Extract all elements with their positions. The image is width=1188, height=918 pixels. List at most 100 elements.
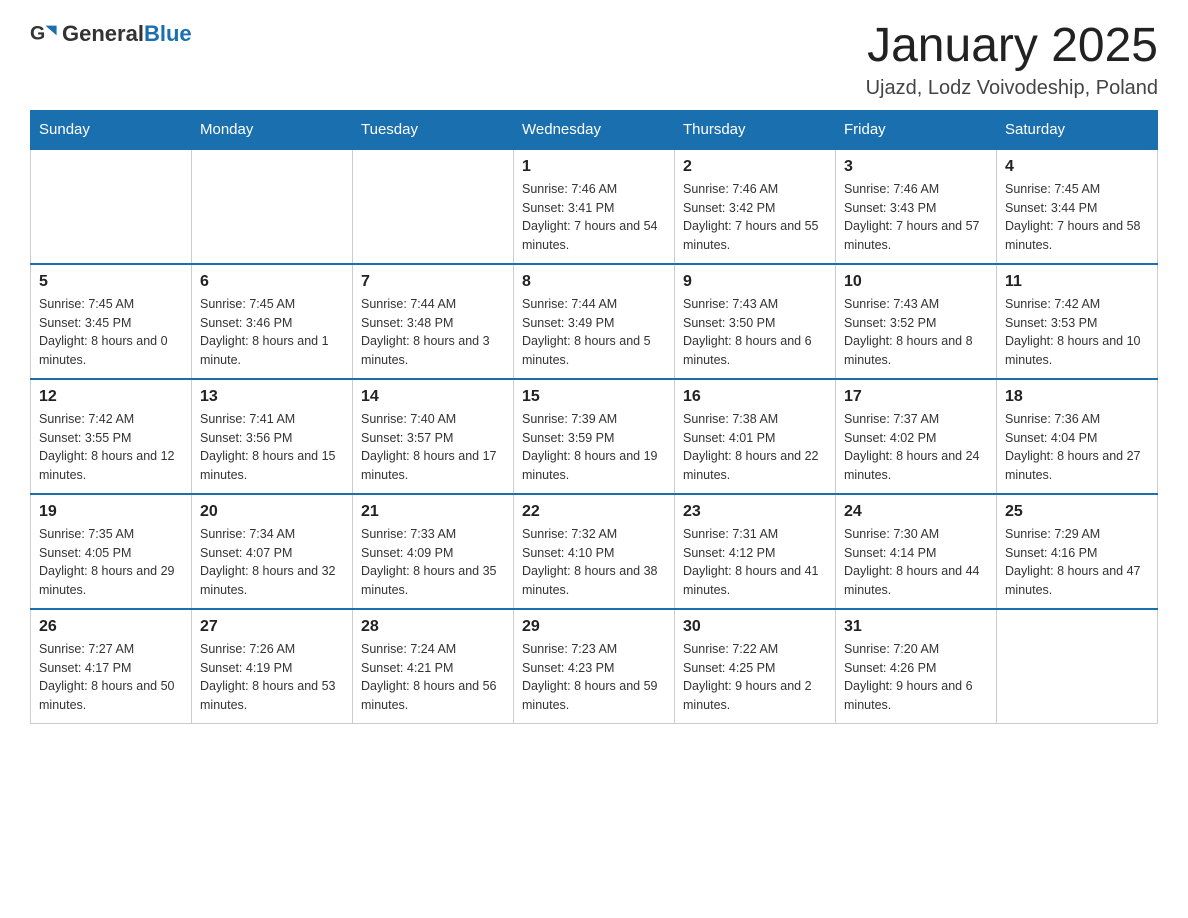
day-number: 2 — [683, 158, 827, 176]
day-info: Sunrise: 7:38 AM Sunset: 4:01 PM Dayligh… — [683, 410, 827, 485]
day-number: 26 — [39, 618, 183, 636]
day-number: 17 — [844, 388, 988, 406]
day-of-week-header: Sunday — [31, 110, 192, 149]
day-info: Sunrise: 7:20 AM Sunset: 4:26 PM Dayligh… — [844, 640, 988, 715]
day-number: 1 — [522, 158, 666, 176]
calendar-header-row: SundayMondayTuesdayWednesdayThursdayFrid… — [31, 110, 1158, 149]
day-info: Sunrise: 7:44 AM Sunset: 3:48 PM Dayligh… — [361, 295, 505, 370]
calendar-day-cell: 8Sunrise: 7:44 AM Sunset: 3:49 PM Daylig… — [514, 264, 675, 379]
day-info: Sunrise: 7:32 AM Sunset: 4:10 PM Dayligh… — [522, 525, 666, 600]
day-of-week-header: Friday — [836, 110, 997, 149]
day-of-week-header: Tuesday — [353, 110, 514, 149]
calendar-week-row: 19Sunrise: 7:35 AM Sunset: 4:05 PM Dayli… — [31, 494, 1158, 609]
day-number: 22 — [522, 503, 666, 521]
calendar-day-cell: 26 Sunrise: 7:27 AM Sunset: 4:17 PM Dayli… — [31, 609, 192, 724]
svg-text:G: G — [30, 23, 45, 45]
title-block: January 2025 Ujazd, Lodz Voivodeship, Po… — [866, 20, 1158, 100]
calendar-day-cell: 7 Sunrise: 7:44 AM Sunset: 3:48 PM Daylig… — [353, 264, 514, 379]
day-info: Sunrise: 7:45 AM Sunset: 3:45 PM Dayligh… — [39, 295, 183, 370]
calendar-day-cell: 2 Sunrise: 7:46 AM Sunset: 3:42 PM Daylig… — [675, 149, 836, 264]
calendar-table: SundayMondayTuesdayWednesdayThursdayFrid… — [30, 110, 1158, 724]
calendar-day-cell: 29 Sunrise: 7:23 AM Sunset: 4:23 PM Dayli… — [514, 609, 675, 724]
day-number: 13 — [200, 388, 344, 406]
day-info: Sunrise: 7:45 AM Sunset: 3:46 PM Dayligh… — [200, 295, 344, 370]
day-info: Sunrise: 7:43 AM Sunset: 3:52 PM Dayligh… — [844, 295, 988, 370]
day-info: Sunrise: 7:26 AM Sunset: 4:19 PM Dayligh… — [200, 640, 344, 715]
day-number: 3 — [844, 158, 988, 176]
page-header: G GeneralBlue January 2025 Ujazd, Lodz V… — [30, 20, 1158, 100]
day-info: Sunrise: 7:34 AM Sunset: 4:07 PM Dayligh… — [200, 525, 344, 600]
day-number: 21 — [361, 503, 505, 521]
day-number: 30 — [683, 618, 827, 636]
calendar-day-cell: 12 Sunrise: 7:42 AM Sunset: 3:55 PM Dayli… — [31, 379, 192, 494]
day-of-week-header: Wednesday — [514, 110, 675, 149]
day-number: 7 — [361, 273, 505, 291]
calendar-day-cell: 11 Sunrise: 7:42 AM Sunset: 3:53 PM Dayli… — [997, 264, 1158, 379]
day-number: 4 — [1005, 158, 1149, 176]
calendar-day-cell: 28Sunrise: 7:24 AM Sunset: 4:21 PM Dayli… — [353, 609, 514, 724]
day-info: Sunrise: 7:41 AM Sunset: 3:56 PM Dayligh… — [200, 410, 344, 485]
day-info: Sunrise: 7:27 AM Sunset: 4:17 PM Dayligh… — [39, 640, 183, 715]
day-info: Sunrise: 7:43 AM Sunset: 3:50 PM Dayligh… — [683, 295, 827, 370]
day-info: Sunrise: 7:39 AM Sunset: 3:59 PM Dayligh… — [522, 410, 666, 485]
day-of-week-header: Saturday — [997, 110, 1158, 149]
calendar-day-cell — [353, 149, 514, 264]
day-info: Sunrise: 7:42 AM Sunset: 3:55 PM Dayligh… — [39, 410, 183, 485]
calendar-day-cell: 5Sunrise: 7:45 AM Sunset: 3:45 PM Daylig… — [31, 264, 192, 379]
day-info: Sunrise: 7:46 AM Sunset: 3:42 PM Dayligh… — [683, 180, 827, 255]
day-number: 11 — [1005, 273, 1149, 291]
day-info: Sunrise: 7:37 AM Sunset: 4:02 PM Dayligh… — [844, 410, 988, 485]
day-info: Sunrise: 7:36 AM Sunset: 4:04 PM Dayligh… — [1005, 410, 1149, 485]
calendar-day-cell: 19Sunrise: 7:35 AM Sunset: 4:05 PM Dayli… — [31, 494, 192, 609]
day-info: Sunrise: 7:42 AM Sunset: 3:53 PM Dayligh… — [1005, 295, 1149, 370]
day-number: 31 — [844, 618, 988, 636]
day-number: 12 — [39, 388, 183, 406]
day-number: 25 — [1005, 503, 1149, 521]
day-number: 9 — [683, 273, 827, 291]
logo: G GeneralBlue — [30, 20, 192, 48]
calendar-day-cell — [192, 149, 353, 264]
day-number: 24 — [844, 503, 988, 521]
calendar-day-cell: 20 Sunrise: 7:34 AM Sunset: 4:07 PM Dayli… — [192, 494, 353, 609]
day-info: Sunrise: 7:29 AM Sunset: 4:16 PM Dayligh… — [1005, 525, 1149, 600]
day-info: Sunrise: 7:45 AM Sunset: 3:44 PM Dayligh… — [1005, 180, 1149, 255]
location-subtitle: Ujazd, Lodz Voivodeship, Poland — [866, 77, 1158, 100]
day-number: 23 — [683, 503, 827, 521]
calendar-day-cell: 3 Sunrise: 7:46 AM Sunset: 3:43 PM Daylig… — [836, 149, 997, 264]
day-number: 27 — [200, 618, 344, 636]
calendar-day-cell: 21Sunrise: 7:33 AM Sunset: 4:09 PM Dayli… — [353, 494, 514, 609]
day-info: Sunrise: 7:46 AM Sunset: 3:41 PM Dayligh… — [522, 180, 666, 255]
calendar-day-cell: 15 Sunrise: 7:39 AM Sunset: 3:59 PM Dayli… — [514, 379, 675, 494]
day-info: Sunrise: 7:24 AM Sunset: 4:21 PM Dayligh… — [361, 640, 505, 715]
calendar-day-cell: 27 Sunrise: 7:26 AM Sunset: 4:19 PM Dayli… — [192, 609, 353, 724]
calendar-day-cell: 9 Sunrise: 7:43 AM Sunset: 3:50 PM Daylig… — [675, 264, 836, 379]
day-of-week-header: Thursday — [675, 110, 836, 149]
day-number: 15 — [522, 388, 666, 406]
day-info: Sunrise: 7:30 AM Sunset: 4:14 PM Dayligh… — [844, 525, 988, 600]
day-info: Sunrise: 7:35 AM Sunset: 4:05 PM Dayligh… — [39, 525, 183, 600]
calendar-week-row: 26 Sunrise: 7:27 AM Sunset: 4:17 PM Dayli… — [31, 609, 1158, 724]
day-info: Sunrise: 7:23 AM Sunset: 4:23 PM Dayligh… — [522, 640, 666, 715]
logo-text-blue: Blue — [144, 21, 192, 46]
day-number: 10 — [844, 273, 988, 291]
calendar-day-cell: 31 Sunrise: 7:20 AM Sunset: 4:26 PM Dayli… — [836, 609, 997, 724]
day-info: Sunrise: 7:44 AM Sunset: 3:49 PM Dayligh… — [522, 295, 666, 370]
calendar-day-cell: 10 Sunrise: 7:43 AM Sunset: 3:52 PM Dayli… — [836, 264, 997, 379]
day-info: Sunrise: 7:46 AM Sunset: 3:43 PM Dayligh… — [844, 180, 988, 255]
calendar-day-cell: 17 Sunrise: 7:37 AM Sunset: 4:02 PM Dayli… — [836, 379, 997, 494]
calendar-week-row: 5Sunrise: 7:45 AM Sunset: 3:45 PM Daylig… — [31, 264, 1158, 379]
calendar-day-cell: 23Sunrise: 7:31 AM Sunset: 4:12 PM Dayli… — [675, 494, 836, 609]
day-number: 20 — [200, 503, 344, 521]
calendar-day-cell: 30Sunrise: 7:22 AM Sunset: 4:25 PM Dayli… — [675, 609, 836, 724]
day-number: 16 — [683, 388, 827, 406]
calendar-day-cell — [997, 609, 1158, 724]
calendar-day-cell — [31, 149, 192, 264]
calendar-week-row: 1 Sunrise: 7:46 AM Sunset: 3:41 PM Daylig… — [31, 149, 1158, 264]
calendar-day-cell: 16 Sunrise: 7:38 AM Sunset: 4:01 PM Dayli… — [675, 379, 836, 494]
calendar-day-cell: 18 Sunrise: 7:36 AM Sunset: 4:04 PM Dayli… — [997, 379, 1158, 494]
calendar-day-cell: 22 Sunrise: 7:32 AM Sunset: 4:10 PM Dayli… — [514, 494, 675, 609]
day-number: 29 — [522, 618, 666, 636]
day-number: 18 — [1005, 388, 1149, 406]
day-info: Sunrise: 7:40 AM Sunset: 3:57 PM Dayligh… — [361, 410, 505, 485]
calendar-day-cell: 13 Sunrise: 7:41 AM Sunset: 3:56 PM Dayli… — [192, 379, 353, 494]
